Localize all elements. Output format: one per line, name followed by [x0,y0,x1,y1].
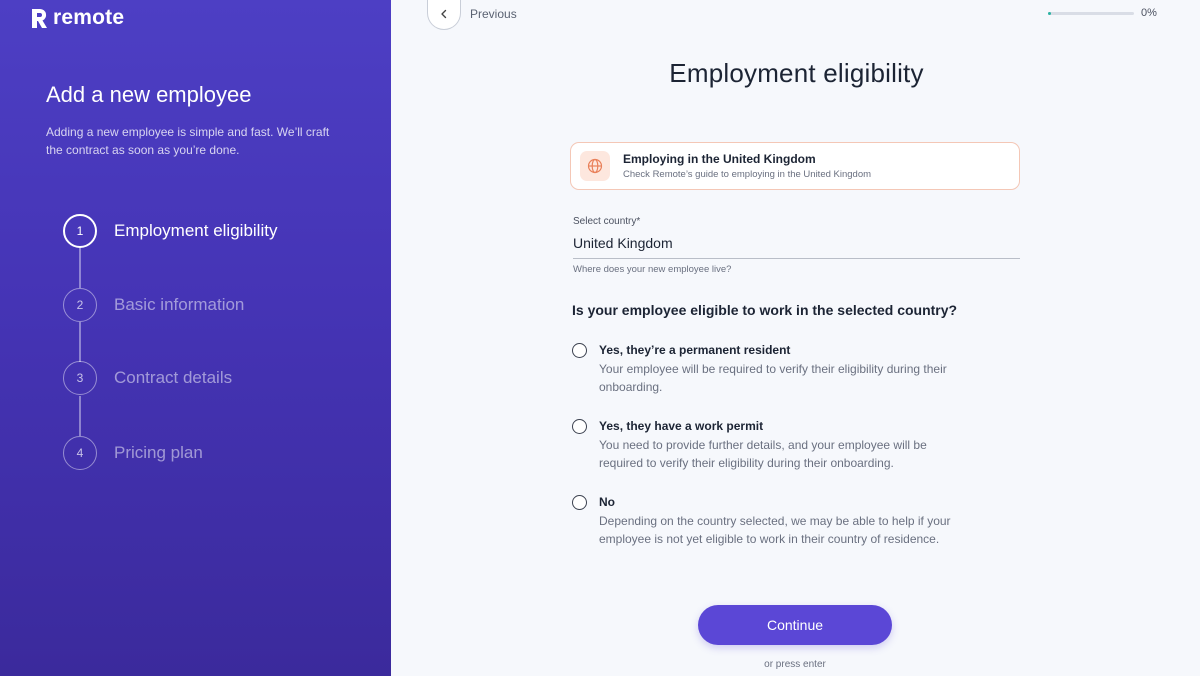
keyboard-hint: or press enter [764,659,826,670]
continue-button[interactable]: Continue [698,605,892,645]
radio-button[interactable] [572,495,587,510]
country-field-label: Select country* [573,216,641,227]
brand-name: remote [53,6,125,29]
option-title: Yes, they have a work permit [599,419,764,433]
eligibility-question: Is your employee eligible to work in the… [572,302,958,318]
step-number: 2 [63,288,97,322]
radio-button[interactable] [572,343,587,358]
step-connector [79,396,81,436]
previous-button[interactable] [427,0,461,30]
globe-icon [580,151,610,181]
step-contract-details[interactable]: 3 Contract details [63,361,232,395]
sidebar: remote Add a new employee Adding a new e… [0,0,391,676]
country-guide-card[interactable]: Employing in the United Kingdom Check Re… [570,142,1020,190]
option-description: You need to provide further details, and… [599,438,927,470]
step-label: Contract details [114,368,233,387]
progress-label: 0% [1141,7,1157,19]
option-title: No [599,495,615,509]
step-basic-information[interactable]: 2 Basic information [63,288,244,322]
remote-logo[interactable]: remote [30,6,124,30]
radio-button[interactable] [572,419,587,434]
step-label: Employment eligibility [114,221,278,240]
step-employment-eligibility[interactable]: 1 Employment eligibility [63,214,277,248]
sidebar-title: Add a new employee [46,82,252,107]
option-work-permit[interactable]: Yes, they have a work permit You need to… [572,419,952,472]
progress-bar [1048,12,1134,15]
step-pricing-plan[interactable]: 4 Pricing plan [63,436,203,470]
country-select[interactable]: United Kingdom [573,235,1020,259]
step-label: Pricing plan [114,443,203,462]
page-title: Employment eligibility [669,58,924,88]
step-number: 1 [63,214,97,248]
option-no[interactable]: No Depending on the country selected, we… [572,495,952,548]
step-label: Basic information [114,295,245,314]
sidebar-description: Adding a new employee is simple and fast… [46,125,330,157]
option-permanent-resident[interactable]: Yes, they’re a permanent resident Your e… [572,343,952,396]
option-title: Yes, they’re a permanent resident [599,343,791,357]
country-field-help: Where does your new employee live? [573,264,732,275]
previous-label[interactable]: Previous [470,7,517,21]
guide-subtitle: Check Remote’s guide to employing in the… [623,169,872,180]
chevron-left-icon [439,6,449,24]
step-number: 3 [63,361,97,395]
option-description: Your employee will be required to verify… [599,362,947,394]
guide-title: Employing in the United Kingdom [623,152,816,166]
progress-fill [1048,12,1052,15]
step-connector [79,322,81,362]
step-number: 4 [63,436,97,470]
option-description: Depending on the country selected, we ma… [599,514,951,546]
step-connector [79,248,81,288]
remote-logo-icon [30,8,48,29]
